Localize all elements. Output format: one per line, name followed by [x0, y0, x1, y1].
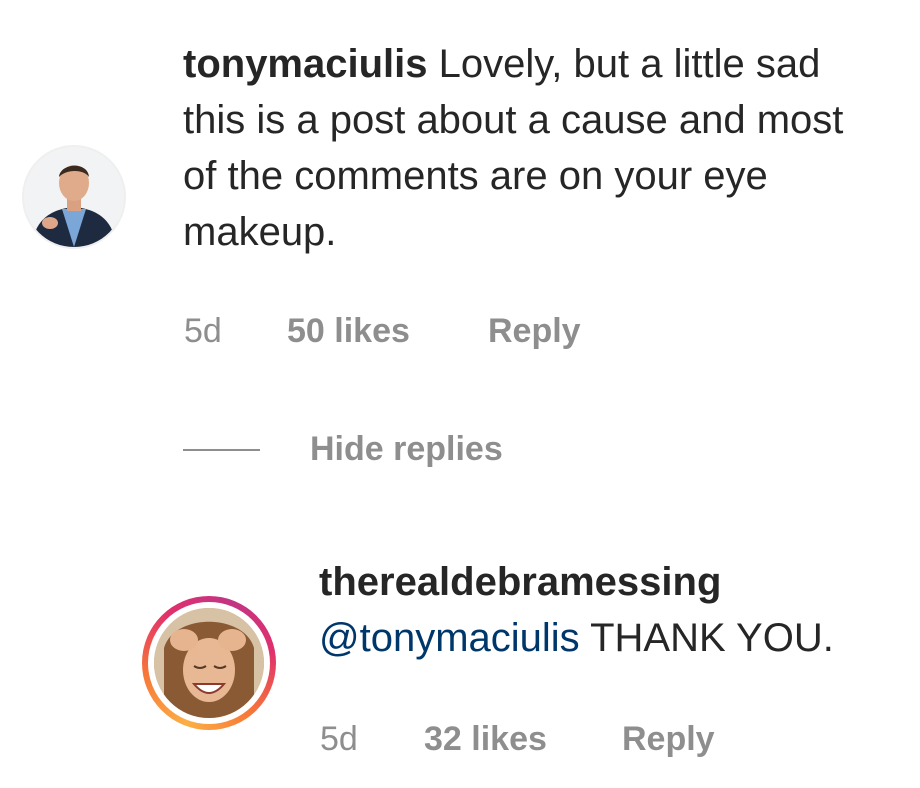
likes-count[interactable]: 32 likes [424, 720, 547, 759]
reply-button[interactable]: Reply [488, 312, 581, 351]
reply-timestamp: 5d [320, 720, 358, 758]
avatar[interactable] [22, 145, 126, 249]
reply-username[interactable]: therealdebramessing [319, 560, 721, 605]
avatar [154, 608, 264, 718]
reply-body: @tonymaciulis THANK YOU. [319, 616, 834, 661]
comment-username[interactable]: tonymaciulis [183, 42, 428, 86]
reply-text: THANK YOU. [579, 616, 834, 660]
profile-photo-icon [154, 608, 264, 718]
reply-button[interactable]: Reply [622, 720, 715, 759]
reply-meta: 5d 32 likes Reply [320, 720, 715, 759]
hide-replies-button[interactable]: Hide replies [310, 430, 503, 469]
profile-photo-icon [24, 147, 124, 247]
comment-meta: 5d 50 likes Reply [184, 312, 581, 351]
comment-timestamp: 5d [184, 312, 222, 350]
likes-count[interactable]: 50 likes [287, 312, 410, 351]
story-ring[interactable] [142, 596, 276, 730]
mention-link[interactable]: @tonymaciulis [319, 616, 580, 660]
thread-divider [183, 449, 260, 451]
story-ring-gap [148, 602, 270, 724]
comment-text: tonymaciulis Lovely, but a little sad th… [183, 36, 883, 260]
